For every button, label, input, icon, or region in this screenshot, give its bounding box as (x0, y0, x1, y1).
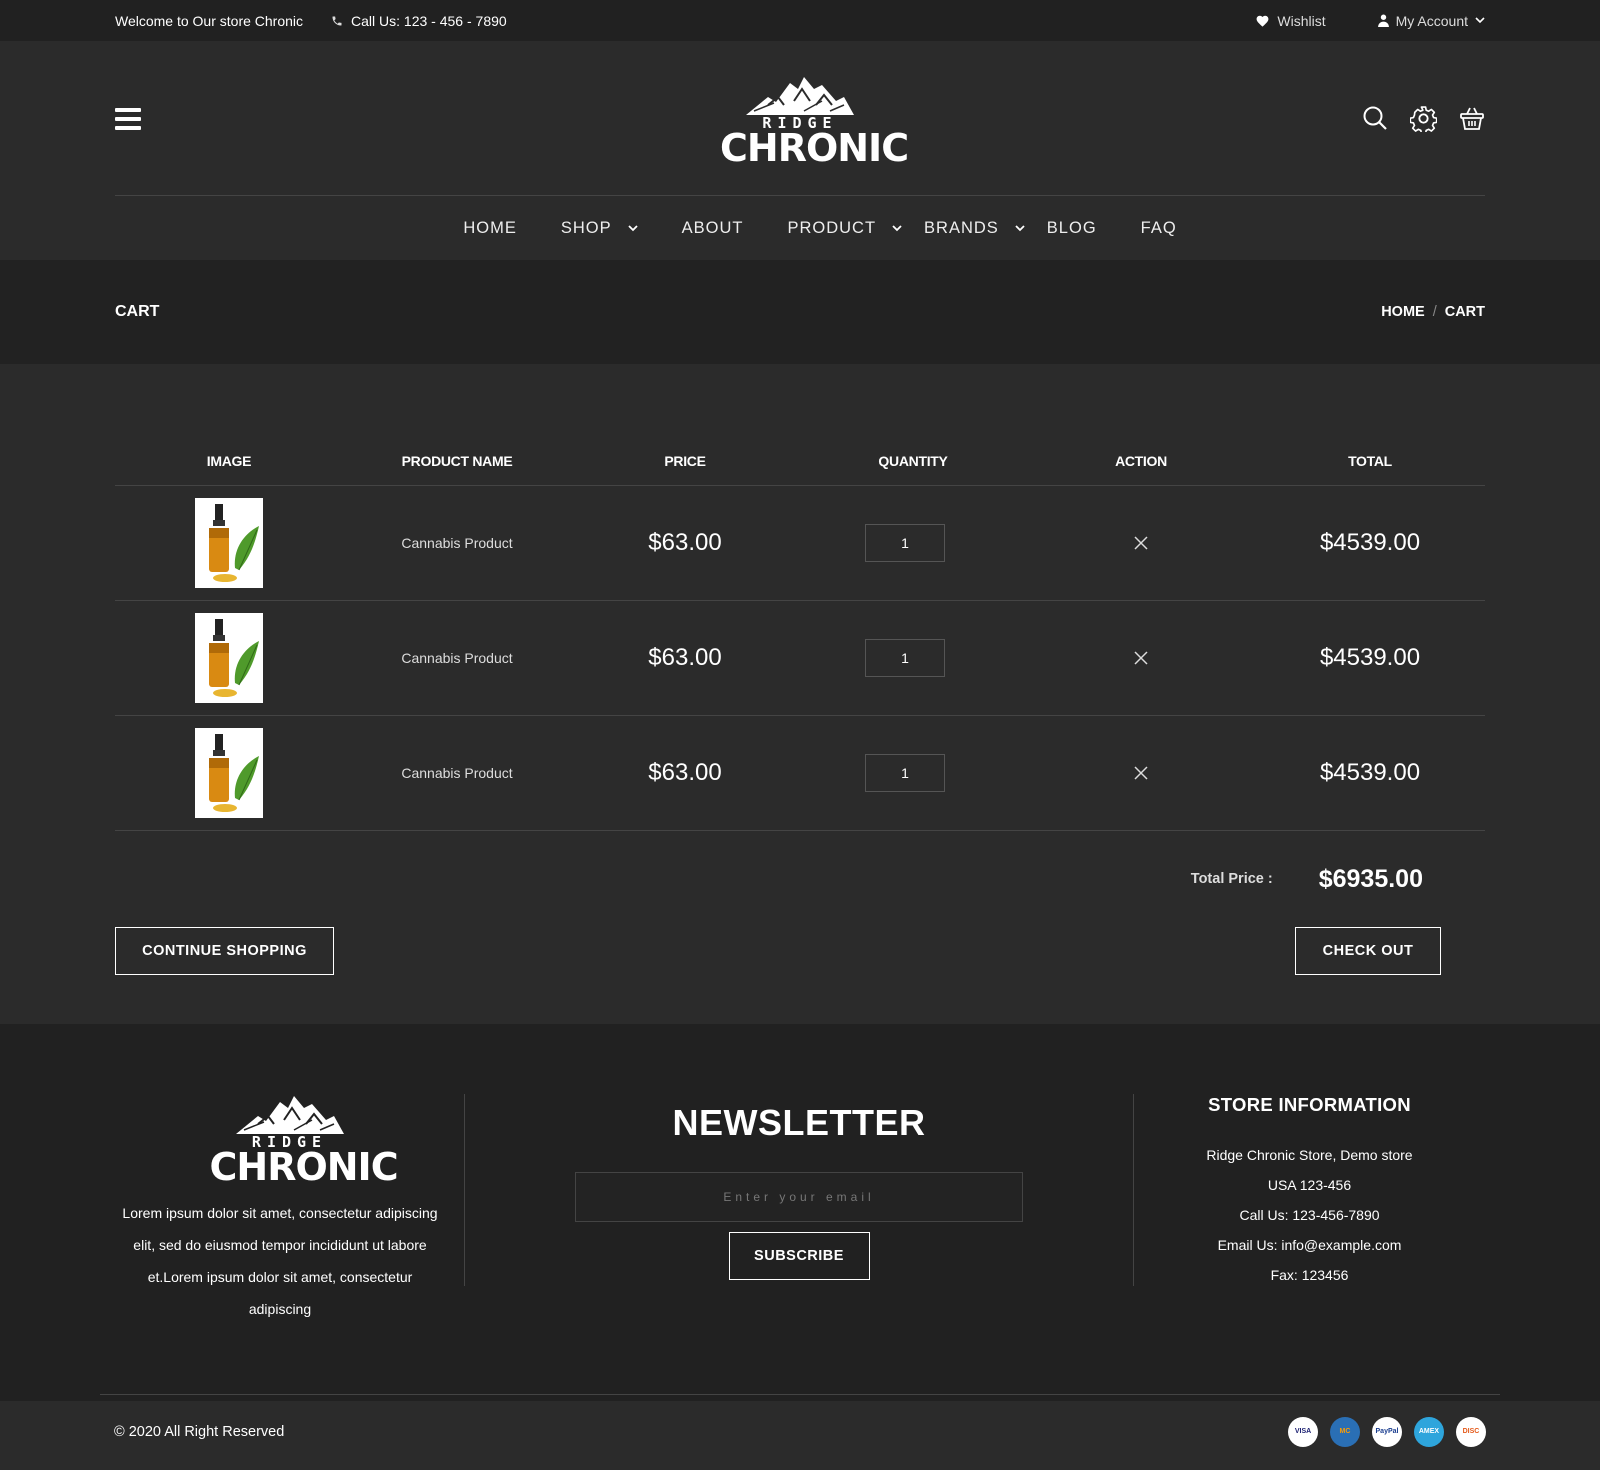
my-account-dropdown[interactable]: My Account (1377, 12, 1485, 29)
search-icon[interactable] (1362, 105, 1388, 131)
checkout-button[interactable]: CHECK OUT (1295, 927, 1441, 975)
chevron-down-icon (892, 224, 902, 231)
mountain-logo-icon (235, 1096, 344, 1134)
wishlist-label: Wishlist (1277, 12, 1326, 29)
row-total: $4539.00 (1319, 529, 1421, 556)
store-fax: Fax: 123456 (1270, 1267, 1349, 1283)
welcome-text: Welcome to Our store Chronic (115, 12, 304, 29)
store-address: USA 123-456 (1267, 1177, 1352, 1193)
gear-icon[interactable] (1410, 105, 1437, 132)
breadcrumb-current: CART (1444, 304, 1485, 320)
nav-item-about[interactable]: ABOUT (682, 219, 744, 238)
store-name: Ridge Chronic Store, Demo store (1206, 1147, 1413, 1163)
store-info-title: STORE INFORMATION (1208, 1094, 1411, 1115)
amex-icon: AMEX (1414, 1416, 1444, 1447)
product-image[interactable] (195, 728, 263, 818)
basket-icon[interactable] (1459, 105, 1485, 131)
total-price-label: Total Price : (1190, 871, 1273, 887)
phone-icon (332, 16, 342, 25)
header-action: ACTION (1115, 452, 1167, 469)
footer-bottom: © 2020 All Right Reserved VISA MC PayPal… (100, 1394, 1500, 1468)
store-email[interactable]: Email Us: info@example.com (1134, 1230, 1485, 1260)
nav-item-home[interactable]: HOME (463, 219, 517, 238)
remove-item-icon[interactable] (1134, 766, 1148, 780)
visa-icon: VISA (1288, 1416, 1318, 1447)
nav-item-blog[interactable]: BLOG (1047, 219, 1097, 238)
user-icon (1377, 14, 1389, 27)
mastercard-icon: MC (1330, 1416, 1360, 1447)
quantity-input[interactable]: 1 (865, 754, 945, 792)
store-information: STORE INFORMATION Ridge Chronic Store, D… (1134, 1094, 1485, 1290)
continue-shopping-button[interactable]: CONTINUE SHOPPING (115, 927, 334, 975)
page-title: CART (115, 303, 160, 320)
logo-chronic-text: CHRONIC (720, 126, 909, 170)
header-price: PRICE (664, 452, 706, 469)
footer-logo[interactable]: RIDGE CHRONIC (209, 1094, 399, 1189)
breadcrumb-home-link[interactable]: HOME (1381, 304, 1425, 320)
table-row: Cannabis Product $63.00 1 $4539.00 (115, 601, 1485, 716)
row-total: $4539.00 (1319, 759, 1421, 786)
wishlist-link[interactable]: Wishlist (1255, 12, 1326, 29)
cart-table: IMAGE PRODUCT NAME PRICE QUANTITY ACTION… (115, 436, 1485, 975)
total-price-value: $6935.00 (1318, 864, 1423, 893)
product-name[interactable]: Cannabis Product (343, 765, 571, 781)
breadcrumb-separator: / (1432, 304, 1437, 320)
logo-chronic-text: CHRONIC (209, 1145, 399, 1189)
nav-item-brands[interactable]: BRANDS (924, 219, 1025, 238)
nav-item-shop[interactable]: SHOP (561, 219, 638, 238)
breadcrumb-section: CART HOME / CART (0, 260, 1600, 364)
breadcrumb: HOME / CART (1381, 304, 1485, 320)
newsletter-section: NEWSLETTER Enter your email SUBSCRIBE (465, 1094, 1134, 1286)
cart-section: IMAGE PRODUCT NAME PRICE QUANTITY ACTION… (0, 364, 1600, 1024)
product-image[interactable] (195, 498, 263, 588)
nav-item-product[interactable]: PRODUCT (787, 219, 902, 238)
mountain-logo-icon (746, 77, 854, 115)
remove-item-icon[interactable] (1134, 651, 1148, 665)
nav-item-faq[interactable]: FAQ (1141, 219, 1177, 238)
store-phone: Call Us: 123-456-7890 (1239, 1207, 1380, 1223)
product-price: $63.00 (648, 759, 722, 786)
header-image: IMAGE (206, 452, 252, 469)
header-product-name: PRODUCT NAME (401, 452, 513, 469)
product-price: $63.00 (648, 529, 722, 556)
chevron-down-icon (1015, 224, 1025, 231)
table-row: Cannabis Product $63.00 1 $4539.00 (115, 716, 1485, 831)
account-label: My Account (1395, 12, 1468, 29)
phone-info: Call Us: 123 - 456 - 7890 (331, 13, 507, 29)
chevron-down-icon (1475, 17, 1485, 24)
site-footer: RIDGE CHRONIC Lorem ipsum dolor sit amet… (0, 1024, 1600, 1447)
footer-about: RIDGE CHRONIC Lorem ipsum dolor sit amet… (115, 1094, 465, 1317)
footer-about-text: Lorem ipsum dolor sit amet, consectetur … (122, 1205, 438, 1317)
phone-text: Call Us: 123 - 456 - 7890 (351, 12, 507, 29)
newsletter-email-input[interactable]: Enter your email (575, 1172, 1023, 1222)
site-logo[interactable]: RIDGE CHRONIC (720, 75, 909, 170)
hamburger-menu-icon[interactable] (115, 108, 141, 130)
remove-item-icon[interactable] (1134, 536, 1148, 550)
top-bar: Welcome to Our store Chronic Call Us: 12… (0, 0, 1600, 41)
product-name[interactable]: Cannabis Product (343, 535, 571, 551)
cart-total: Total Price : $6935.00 (115, 831, 1485, 927)
table-row: Cannabis Product $63.00 1 $4539.00 (115, 486, 1485, 601)
newsletter-title: NEWSLETTER (672, 1102, 926, 1143)
cart-table-header: IMAGE PRODUCT NAME PRICE QUANTITY ACTION… (115, 436, 1485, 486)
copyright-text: © 2020 All Right Reserved (114, 1423, 285, 1440)
paypal-icon: PayPal (1372, 1416, 1402, 1447)
chevron-down-icon (627, 224, 638, 231)
product-image[interactable] (195, 613, 263, 703)
quantity-input[interactable]: 1 (865, 524, 945, 562)
row-total: $4539.00 (1319, 644, 1421, 671)
heart-icon (1256, 15, 1269, 27)
header-total: TOTAL (1348, 452, 1392, 469)
main-nav: HOME SHOP ABOUT PRODUCT BRANDS BLOG FAQ (0, 196, 1600, 260)
quantity-input[interactable]: 1 (865, 639, 945, 677)
product-name[interactable]: Cannabis Product (343, 650, 571, 666)
payment-icons: VISA MC PayPal AMEX DISC (1288, 1416, 1486, 1447)
header-quantity: QUANTITY (878, 452, 948, 469)
subscribe-button[interactable]: SUBSCRIBE (728, 1232, 870, 1280)
product-price: $63.00 (648, 644, 722, 671)
site-header: RIDGE CHRONIC (0, 41, 1600, 196)
discover-icon: DISC (1456, 1416, 1486, 1447)
